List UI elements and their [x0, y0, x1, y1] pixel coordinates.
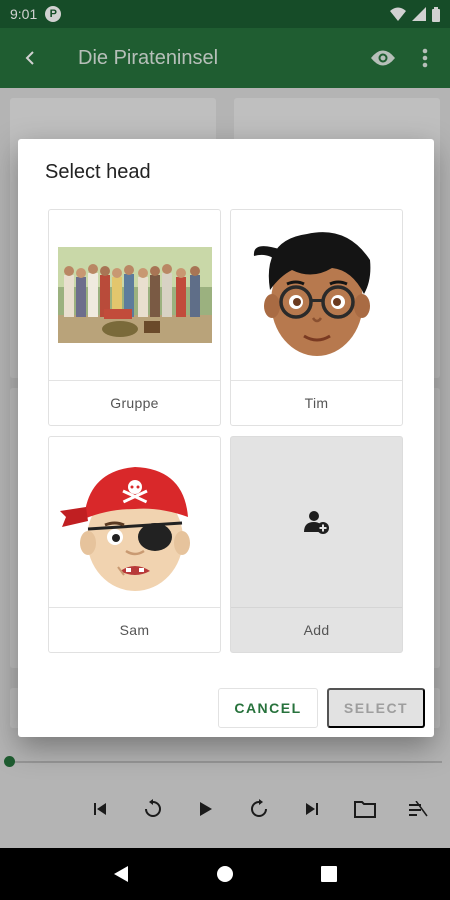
head-grid: Gruppe Tim Sam Add [48, 209, 403, 653]
head-option-tim[interactable]: Tim [230, 209, 403, 426]
cancel-button[interactable]: CANCEL [218, 688, 318, 728]
home-nav-icon[interactable] [216, 865, 234, 883]
head-option-add[interactable]: Add [230, 436, 403, 653]
dialog-title: Select head [45, 161, 151, 183]
pirate-face-eyepatch [49, 437, 220, 607]
back-nav-icon[interactable] [113, 865, 129, 883]
add-person-icon [231, 437, 402, 607]
select-head-dialog: Select head Gruppe Tim Sam Add CANCEL SE… [18, 139, 434, 737]
head-label: Add [231, 607, 402, 652]
boy-face-glasses [231, 210, 402, 380]
navigation-bar [0, 848, 450, 900]
group-photo [49, 210, 220, 380]
head-label: Gruppe [49, 380, 220, 425]
head-label: Tim [231, 380, 402, 425]
head-option-sam[interactable]: Sam [48, 436, 221, 653]
head-label: Sam [49, 607, 220, 652]
head-option-gruppe[interactable]: Gruppe [48, 209, 221, 426]
select-button[interactable]: SELECT [327, 688, 425, 728]
recents-nav-icon[interactable] [320, 866, 337, 882]
